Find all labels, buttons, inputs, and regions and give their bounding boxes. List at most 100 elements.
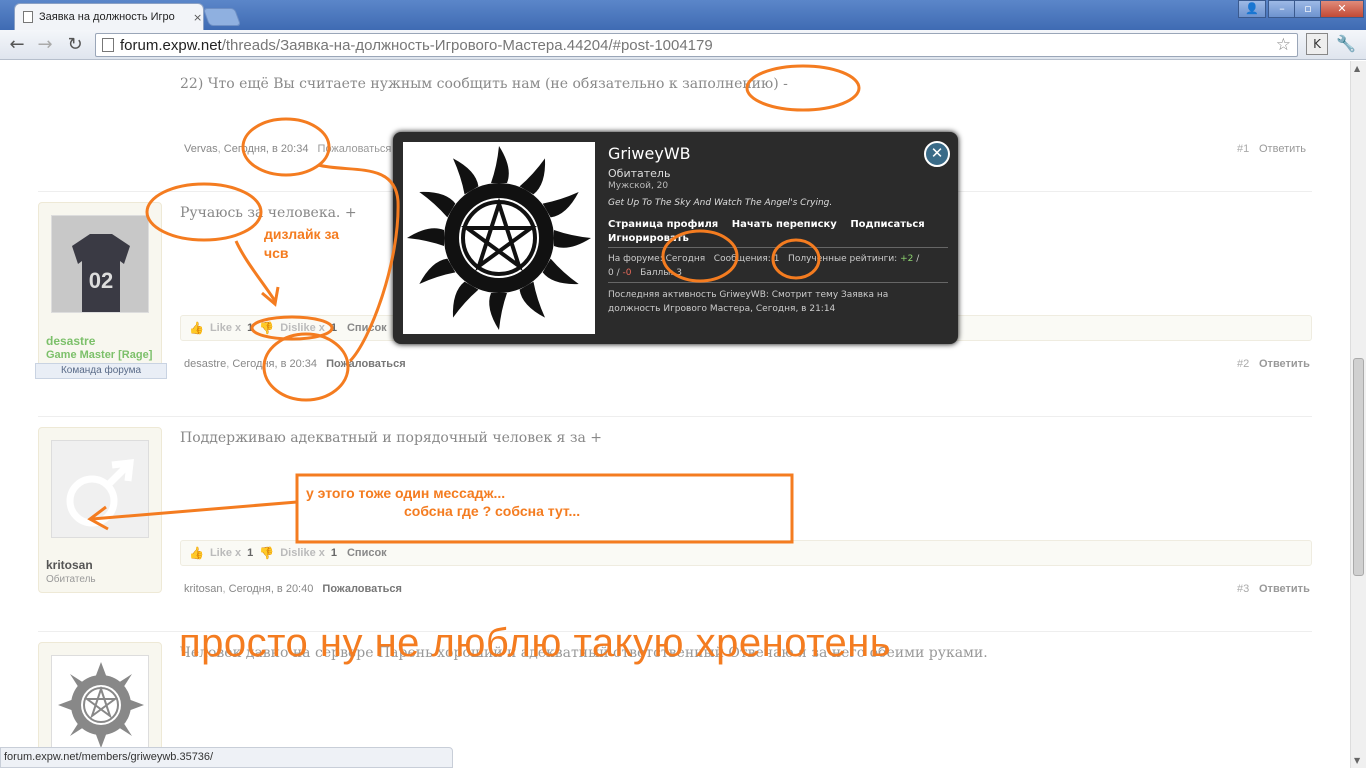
- dislike-thumb-icon: 👎: [259, 546, 275, 560]
- post-3-like-bar: 👍 Like x 1 👎 Dislike x 1 Список: [180, 540, 1312, 566]
- popup-rank: Обитатель: [608, 167, 671, 180]
- post-3-dislike-count: 1: [330, 547, 337, 559]
- post-2-author-link[interactable]: desastre: [184, 358, 226, 370]
- post-3-avatar[interactable]: [51, 440, 149, 538]
- page-icon: [102, 38, 114, 52]
- post-1-time[interactable]: Сегодня, в 20:34: [224, 143, 309, 155]
- popup-ratings-neutral: 0: [608, 268, 614, 278]
- post-3-like-label[interactable]: Like x: [210, 547, 241, 559]
- post-3-user-title: Обитатель: [46, 574, 96, 585]
- popup-messages-value[interactable]: 1: [774, 254, 780, 264]
- popup-links: Страница профиля Начать переписку Подпис…: [608, 218, 948, 246]
- post-3-time[interactable]: Сегодня, в 20:40: [229, 583, 314, 595]
- popup-last-activity[interactable]: Последняя активность GriweyWB: Смотрит т…: [608, 288, 938, 316]
- post-3-text: Поддерживаю адекватный и порядочный чело…: [180, 430, 603, 446]
- tab-close-icon[interactable]: ×: [193, 11, 202, 24]
- popup-username[interactable]: GriweyWB: [608, 144, 691, 163]
- dislike-thumb-icon: 👎: [259, 321, 275, 335]
- popup-status: Get Up To The Sky And Watch The Angel's …: [608, 198, 833, 208]
- post-2-avatar[interactable]: 02: [51, 215, 149, 313]
- browser-tab[interactable]: Заявка на должность Игро ×: [14, 3, 204, 30]
- page-icon: [23, 11, 33, 23]
- post-2-username[interactable]: desastre: [46, 334, 95, 348]
- popup-ignore-link[interactable]: Игнорировать: [608, 233, 689, 244]
- popup-on-forum-label: На форуме:: [608, 254, 663, 264]
- page-scrollbar[interactable]: ▲ ▼: [1350, 61, 1366, 768]
- scrollbar-thumb[interactable]: [1353, 358, 1364, 576]
- post-divider: [38, 416, 1312, 417]
- member-card-popup: GriweyWB Обитатель Мужской, 20 Get Up To…: [393, 132, 958, 344]
- wrench-icon[interactable]: 🔧: [1336, 34, 1356, 53]
- popup-divider: [608, 247, 948, 248]
- popup-gender-age: Мужской, 20: [608, 181, 669, 191]
- like-thumb-icon: 👍: [189, 321, 204, 335]
- popup-ratings-positive: +2: [900, 254, 914, 264]
- status-bar-url: forum.expw.net/members/griweywb.35736/: [0, 747, 453, 768]
- annotation-box-line2: собсна где ? собсна тут...: [404, 503, 581, 519]
- browser-toolbar: ← → ↻ forum.expw.net/threads/Заявка-на-д…: [0, 30, 1366, 60]
- scroll-down-arrow-icon[interactable]: ▼: [1354, 756, 1360, 765]
- title-bar: Заявка на должность Игро × 👤 – ▫ ✕: [0, 0, 1366, 30]
- address-bar[interactable]: forum.expw.net/threads/Заявка-на-должнос…: [95, 33, 1298, 57]
- popup-close-icon[interactable]: ✕: [924, 141, 950, 167]
- close-window-button[interactable]: ✕: [1320, 0, 1364, 18]
- popup-on-forum-value: Сегодня: [665, 254, 706, 264]
- bookmark-star-icon[interactable]: ☆: [1276, 35, 1291, 55]
- post-3-dislike-label[interactable]: Dislike x: [280, 547, 325, 559]
- popup-ratings-label: Полученные рейтинги:: [788, 254, 898, 264]
- post-3-author-link[interactable]: kritosan: [184, 583, 223, 595]
- popup-messages-label: Сообщения:: [713, 254, 771, 264]
- popup-follow-link[interactable]: Подписаться: [850, 219, 924, 230]
- popup-divider: [608, 282, 948, 283]
- user-icon[interactable]: 👤: [1238, 0, 1266, 18]
- post-2-like-label[interactable]: Like x: [210, 322, 241, 334]
- post-3-meta: kritosan, Сегодня, в 20:40 Пожаловаться: [184, 583, 402, 595]
- avatar-jersey-number: 02: [89, 268, 113, 293]
- post-3-reply[interactable]: Ответить: [1259, 583, 1310, 595]
- post-3-userbox: kritosan Обитатель: [38, 427, 162, 593]
- like-thumb-icon: 👍: [189, 546, 204, 560]
- extension-button[interactable]: K: [1306, 33, 1328, 55]
- post-2-text: Ручаюсь за человека. +: [180, 205, 357, 221]
- post-3-list-link[interactable]: Список: [347, 547, 387, 559]
- post-2-user-title: Game Master [Rage]: [46, 349, 153, 361]
- post-2-time[interactable]: Сегодня, в 20:34: [232, 358, 317, 370]
- popup-profile-link[interactable]: Страница профиля: [608, 219, 718, 230]
- post-2-like-count: 1: [247, 322, 254, 334]
- post-4-avatar[interactable]: [51, 655, 149, 753]
- post-2-team-badge: Команда форума: [35, 363, 167, 379]
- tab-title: Заявка на должность Игро: [39, 11, 175, 23]
- post-2-list-link[interactable]: Список: [347, 322, 387, 334]
- post-2-reply[interactable]: Ответить: [1259, 358, 1310, 370]
- minimize-button[interactable]: –: [1268, 0, 1296, 18]
- url-host: forum.expw.net: [120, 36, 222, 54]
- post-2-dislike-count: 1: [330, 322, 337, 334]
- forward-arrow-icon[interactable]: →: [34, 34, 56, 55]
- post-1-meta: Vervas, Сегодня, в 20:34 Пожаловаться: [184, 143, 392, 155]
- annotation-box-line1: у этого тоже один мессадж...: [306, 485, 506, 501]
- post-3-username[interactable]: kritosan: [46, 558, 93, 572]
- page-viewport: 22) Что ещё Вы считаете нужным сообщить …: [0, 61, 1350, 768]
- maximize-button[interactable]: ▫: [1294, 0, 1322, 18]
- post-2-userbox: 02 desastre Game Master [Rage] Команда ф…: [35, 202, 167, 379]
- popup-conversation-link[interactable]: Начать переписку: [732, 219, 837, 230]
- url-path: /threads/Заявка-на-должность-Игрового-Ма…: [221, 36, 713, 54]
- post-1-number[interactable]: #1: [1237, 143, 1249, 155]
- post-3-report-link[interactable]: Пожаловаться: [322, 583, 402, 595]
- post-2-meta: desastre, Сегодня, в 20:34 Пожаловаться: [184, 358, 406, 370]
- annotation-text-csv: дизлайк за чсв: [264, 226, 340, 261]
- post-1-reply[interactable]: Ответить: [1259, 143, 1306, 155]
- post-2-dislike-label[interactable]: Dislike x: [280, 322, 325, 334]
- post-1-report-link[interactable]: Пожаловаться: [318, 143, 392, 155]
- back-arrow-icon[interactable]: ←: [6, 34, 28, 55]
- popup-avatar[interactable]: [403, 142, 595, 334]
- post-2-number[interactable]: #2: [1237, 358, 1249, 370]
- post-1-question: 22) Что ещё Вы считаете нужным сообщить …: [180, 76, 788, 92]
- post-2-report-link[interactable]: Пожаловаться: [326, 358, 406, 370]
- post-1-author[interactable]: Vervas: [184, 143, 218, 155]
- new-tab-button[interactable]: [202, 8, 242, 26]
- post-3-number[interactable]: #3: [1237, 583, 1249, 595]
- annotation-arrow-head: [261, 286, 280, 307]
- reload-icon[interactable]: ↻: [64, 34, 86, 55]
- scroll-up-arrow-icon[interactable]: ▲: [1354, 64, 1360, 73]
